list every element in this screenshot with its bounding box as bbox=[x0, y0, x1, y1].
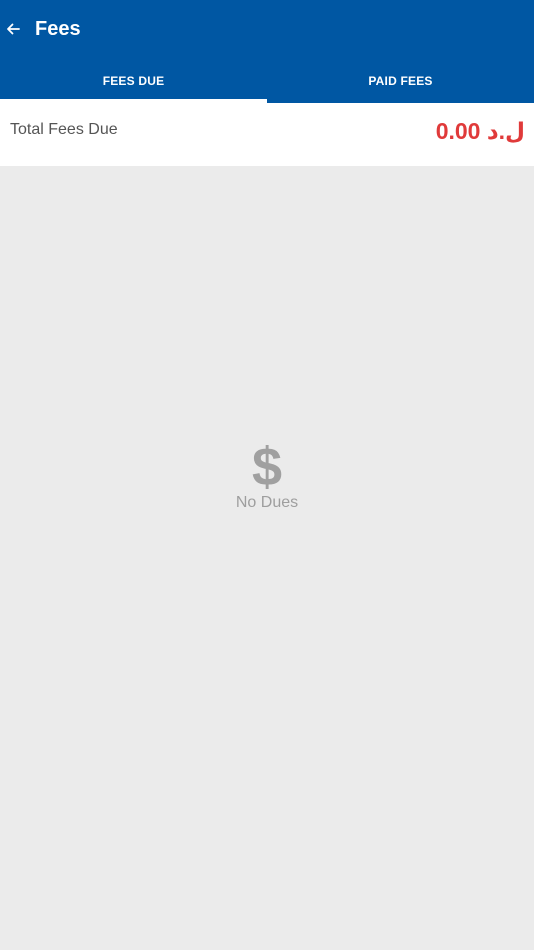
toolbar: Fees bbox=[0, 0, 534, 58]
tab-fees-due[interactable]: FEES DUE bbox=[0, 58, 267, 103]
fees-screen: Fees FEES DUE PAID FEES Total Fees Due 0… bbox=[0, 0, 534, 950]
arrow-left-icon bbox=[7, 23, 20, 35]
tab-label: FEES DUE bbox=[102, 73, 165, 88]
back-button[interactable] bbox=[0, 9, 26, 49]
tab-label: PAID FEES bbox=[368, 73, 433, 88]
app-bar: Fees FEES DUE PAID FEES bbox=[0, 0, 534, 103]
tab-bar: FEES DUE PAID FEES bbox=[0, 58, 534, 103]
page-title: Fees bbox=[35, 18, 81, 40]
total-fees-label: Total Fees Due bbox=[10, 121, 118, 138]
svg-text:$: $ bbox=[252, 438, 282, 492]
total-fees-row: Total Fees Due 0.00 ل.د bbox=[0, 103, 534, 166]
empty-state-message: No Dues bbox=[235, 494, 299, 511]
tab-paid-fees[interactable]: PAID FEES bbox=[267, 58, 534, 103]
dollar-icon: $ bbox=[252, 438, 282, 492]
empty-state: $ No Dues bbox=[0, 438, 534, 512]
total-fees-amount: 0.00 ل.د bbox=[435, 118, 525, 144]
